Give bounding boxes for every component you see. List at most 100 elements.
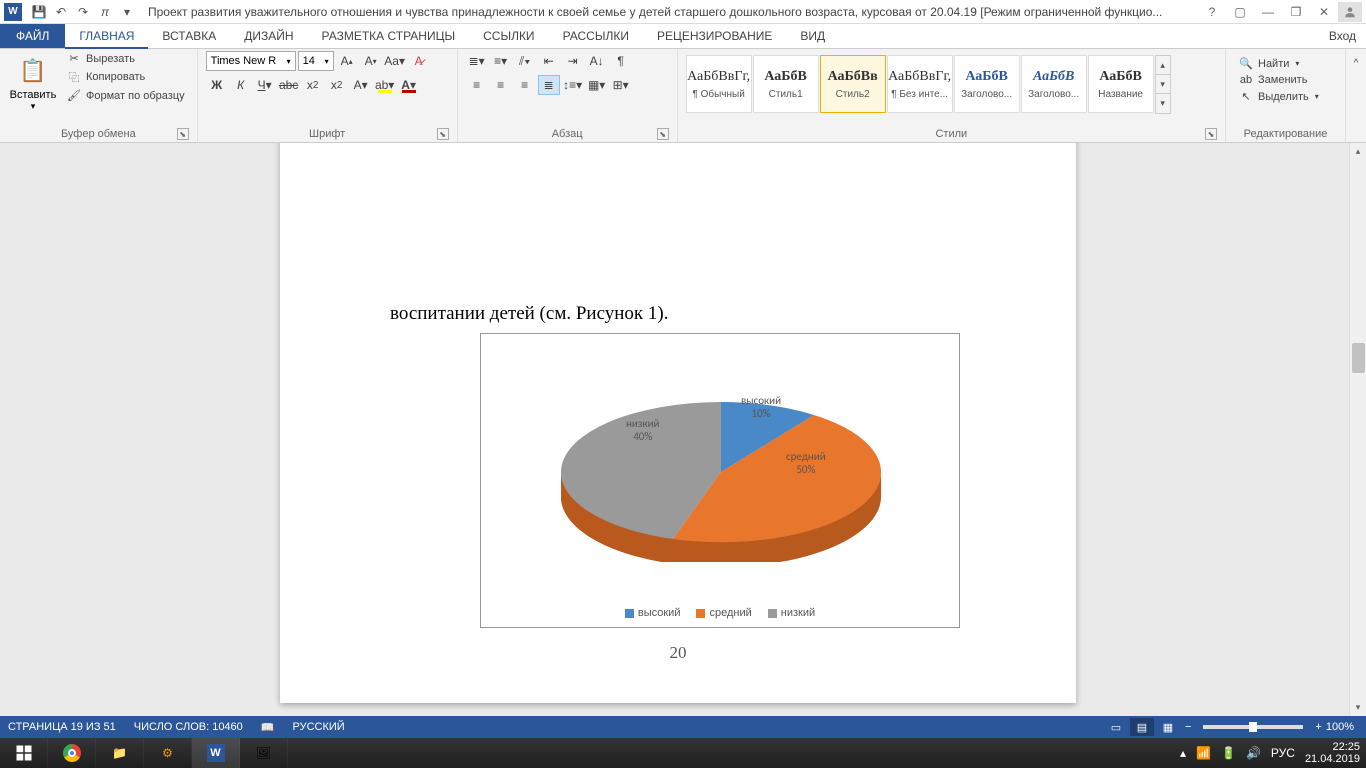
body-text[interactable]: воспитании детей (см. Рисунок 1). — [390, 299, 970, 329]
status-proofing-icon[interactable]: 📖 — [261, 721, 275, 734]
style-title[interactable]: АаБбВНазвание — [1088, 55, 1154, 113]
view-web-icon[interactable]: ▦ — [1156, 718, 1180, 736]
indent-decrease-button[interactable]: ⇤ — [538, 51, 560, 71]
highlight-button[interactable]: ab▾ — [374, 75, 396, 95]
styles-dialog-launcher[interactable]: ⬊ — [1205, 128, 1217, 140]
start-button[interactable] — [0, 738, 48, 768]
view-read-icon[interactable]: ▭ — [1104, 718, 1128, 736]
vertical-scrollbar[interactable]: ▴ ▾ — [1349, 143, 1366, 716]
sign-in-link[interactable]: Вход — [1319, 24, 1366, 48]
style-nospacing[interactable]: АаБбВвГг,¶ Без инте... — [887, 55, 953, 113]
clipboard-dialog-launcher[interactable]: ⬊ — [177, 128, 189, 140]
tab-home[interactable]: ГЛАВНАЯ — [65, 24, 148, 49]
tab-review[interactable]: РЕЦЕНЗИРОВАНИЕ — [643, 24, 786, 48]
zoom-in-button[interactable]: + — [1315, 721, 1321, 733]
qat-equation-icon[interactable]: π — [94, 2, 116, 22]
strike-button[interactable]: abc — [278, 75, 300, 95]
close-icon[interactable]: ✕ — [1310, 2, 1338, 22]
gallery-more-icon[interactable]: ▾ — [1156, 94, 1170, 113]
ribbon-display-icon[interactable]: ▢ — [1226, 2, 1254, 22]
style-style1[interactable]: АаБбВСтиль1 — [753, 55, 819, 113]
user-avatar[interactable] — [1338, 2, 1362, 22]
page-current[interactable]: воспитании детей (см. Рисунок 1). высоки… — [280, 143, 1076, 703]
sort-button[interactable]: A↓ — [586, 51, 608, 71]
paste-button[interactable]: 📋 Вставить ▾ — [8, 51, 58, 112]
line-spacing-button[interactable]: ↕≡▾ — [562, 75, 584, 95]
zoom-out-button[interactable]: − — [1185, 721, 1191, 733]
tray-volume-icon[interactable]: 🔊 — [1246, 746, 1261, 760]
align-center-button[interactable]: ≡ — [490, 75, 512, 95]
show-marks-button[interactable]: ¶ — [610, 51, 632, 71]
help-icon[interactable]: ? — [1198, 2, 1226, 22]
multilevel-button[interactable]: ⫽▾ — [514, 51, 536, 71]
replace-button[interactable]: abЗаменить — [1234, 72, 1311, 88]
text-effects-button[interactable]: A▾ — [350, 75, 372, 95]
zoom-slider[interactable] — [1203, 725, 1303, 729]
view-print-icon[interactable]: ▤ — [1130, 718, 1154, 736]
bold-button[interactable]: Ж — [206, 75, 228, 95]
tray-lang[interactable]: РУС — [1271, 746, 1295, 760]
change-case-button[interactable]: Aa▾ — [384, 51, 406, 71]
find-button[interactable]: 🔍Найти▾ — [1234, 55, 1303, 72]
font-name-combo[interactable]: Times New R▾ — [206, 51, 296, 71]
align-right-button[interactable]: ≡ — [514, 75, 536, 95]
tab-layout[interactable]: РАЗМЕТКА СТРАНИЦЫ — [308, 24, 470, 48]
taskbar-settings[interactable]: ⚙ — [144, 738, 192, 768]
scroll-up-icon[interactable]: ▴ — [1350, 143, 1366, 160]
bullets-button[interactable]: ≣▾ — [466, 51, 488, 71]
minimize-icon[interactable]: — — [1254, 2, 1282, 22]
tray-clock[interactable]: 22:25 21.04.2019 — [1305, 741, 1360, 765]
styles-gallery-scroll[interactable]: ▴▾▾ — [1155, 55, 1171, 114]
tab-references[interactable]: ССЫЛКИ — [469, 24, 548, 48]
zoom-level[interactable]: 100% — [1326, 721, 1354, 733]
borders-button[interactable]: ⊞▾ — [610, 75, 632, 95]
shading-button[interactable]: ▦▾ — [586, 75, 608, 95]
tray-overflow-icon[interactable]: ▴ — [1180, 746, 1186, 760]
grow-font-button[interactable]: A▴ — [336, 51, 358, 71]
style-normal[interactable]: АаБбВвГг,¶ Обычный — [686, 55, 752, 113]
qat-redo-icon[interactable]: ↷ — [72, 2, 94, 22]
format-painter-button[interactable]: 🖌Формат по образцу — [62, 88, 189, 103]
collapse-ribbon-button[interactable]: ^ — [1346, 53, 1366, 73]
tab-mailings[interactable]: РАССЫЛКИ — [549, 24, 643, 48]
scroll-thumb[interactable] — [1352, 343, 1365, 373]
cut-button[interactable]: ✂Вырезать — [62, 51, 189, 66]
gallery-down-icon[interactable]: ▾ — [1156, 75, 1170, 94]
qat-undo-icon[interactable]: ↶ — [50, 2, 72, 22]
shrink-font-button[interactable]: A▾ — [360, 51, 382, 71]
zoom-slider-thumb[interactable] — [1249, 722, 1257, 732]
tab-view[interactable]: ВИД — [786, 24, 839, 48]
status-language[interactable]: РУССКИЙ — [293, 721, 345, 733]
scroll-down-icon[interactable]: ▾ — [1350, 699, 1366, 716]
style-style2[interactable]: АаБбВвСтиль2 — [820, 55, 886, 113]
superscript-button[interactable]: x2 — [326, 75, 348, 95]
taskbar-chrome[interactable] — [48, 738, 96, 768]
style-heading1[interactable]: АаБбВЗаголово... — [954, 55, 1020, 113]
tray-network-icon[interactable]: 📶 — [1196, 746, 1211, 760]
style-heading2[interactable]: АаБбВЗаголово... — [1021, 55, 1087, 113]
taskbar-word[interactable]: W — [192, 738, 240, 768]
status-page[interactable]: СТРАНИЦА 19 ИЗ 51 — [8, 721, 116, 733]
embedded-chart[interactable]: высокий10% средний50% низкий40% высокий … — [480, 333, 960, 628]
select-button[interactable]: ↖Выделить▾ — [1234, 88, 1323, 105]
tab-insert[interactable]: ВСТАВКА — [148, 24, 230, 48]
align-justify-button[interactable]: ≣ — [538, 75, 560, 95]
taskbar-explorer[interactable]: 📁 — [96, 738, 144, 768]
subscript-button[interactable]: x2 — [302, 75, 324, 95]
tab-design[interactable]: ДИЗАЙН — [230, 24, 307, 48]
font-size-combo[interactable]: 14▾ — [298, 51, 334, 71]
numbering-button[interactable]: ≡▾ — [490, 51, 512, 71]
qat-save-icon[interactable]: 💾 — [28, 2, 50, 22]
gallery-up-icon[interactable]: ▴ — [1156, 56, 1170, 75]
underline-button[interactable]: Ч▾ — [254, 75, 276, 95]
taskbar-photos[interactable]: 🖼 — [240, 738, 288, 768]
tab-file[interactable]: ФАЙЛ — [0, 24, 65, 48]
clear-format-button[interactable]: A̷ — [408, 51, 430, 71]
qat-customize-icon[interactable]: ▾ — [116, 2, 138, 22]
restore-icon[interactable]: ❐ — [1282, 2, 1310, 22]
font-color-button[interactable]: A▾ — [398, 75, 420, 95]
tray-battery-icon[interactable]: 🔋 — [1221, 746, 1236, 760]
italic-button[interactable]: К — [230, 75, 252, 95]
align-left-button[interactable]: ≡ — [466, 75, 488, 95]
font-dialog-launcher[interactable]: ⬊ — [437, 128, 449, 140]
